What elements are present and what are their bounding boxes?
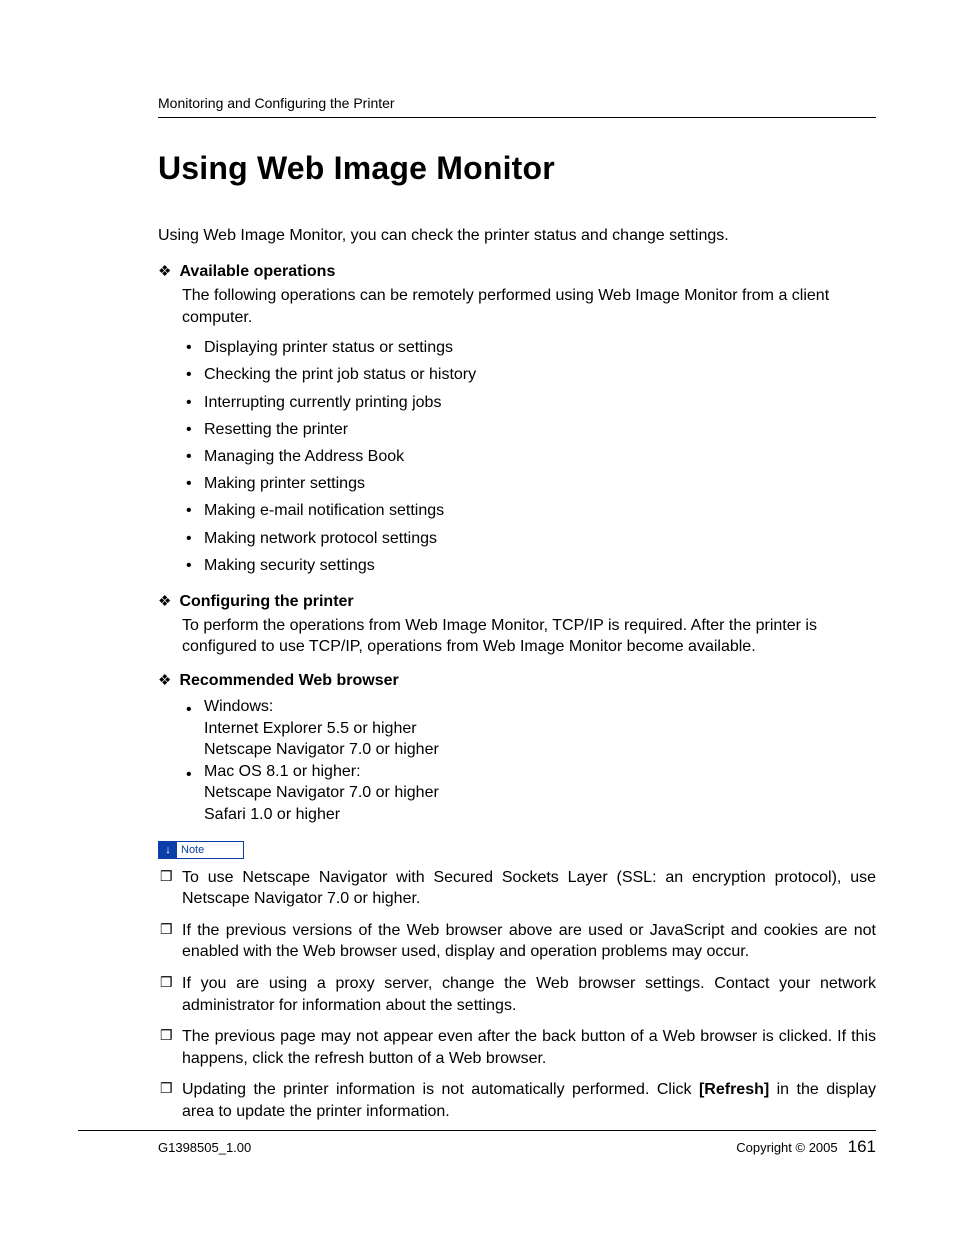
copyright: Copyright © 2005 bbox=[736, 1140, 837, 1155]
list-item: Mac OS 8.1 or higher: Netscape Navigator… bbox=[182, 761, 876, 826]
note-item: If you are using a proxy server, change … bbox=[158, 973, 876, 1016]
section-heading: Configuring the printer bbox=[179, 593, 353, 611]
list-item: Making security settings bbox=[182, 552, 876, 579]
list-item: Managing the Address Book bbox=[182, 443, 876, 470]
browser-version: Netscape Navigator 7.0 or higher bbox=[204, 782, 876, 804]
intro-text: Using Web Image Monitor, you can check t… bbox=[158, 227, 876, 245]
section-heading: Recommended Web browser bbox=[179, 672, 398, 690]
list-item: Resetting the printer bbox=[182, 416, 876, 443]
list-item: Making e-mail notification settings bbox=[182, 497, 876, 524]
diamond-icon: ❖ bbox=[158, 264, 171, 279]
page-footer: G1398505_1.00 Copyright © 2005 161 bbox=[78, 1130, 876, 1157]
diamond-icon: ❖ bbox=[158, 594, 171, 609]
section-available: ❖ Available operations The following ope… bbox=[158, 263, 876, 579]
list-item: Windows: Internet Explorer 5.5 or higher… bbox=[182, 696, 876, 761]
notes-list: To use Netscape Navigator with Secured S… bbox=[158, 867, 876, 1123]
note-item: To use Netscape Navigator with Secured S… bbox=[158, 867, 876, 910]
page-title: Using Web Image Monitor bbox=[158, 150, 876, 187]
list-item: Displaying printer status or settings bbox=[182, 334, 876, 361]
section-configuring: ❖ Configuring the printer To perform the… bbox=[158, 593, 876, 658]
browser-list: Windows: Internet Explorer 5.5 or higher… bbox=[182, 696, 876, 826]
note-item: If the previous versions of the Web brow… bbox=[158, 920, 876, 963]
doc-id: G1398505_1.00 bbox=[158, 1140, 251, 1155]
list-item: Interrupting currently printing jobs bbox=[182, 389, 876, 416]
list-item: Checking the print job status or history bbox=[182, 361, 876, 388]
header-breadcrumb: Monitoring and Configuring the Printer bbox=[158, 95, 876, 118]
browser-version: Netscape Navigator 7.0 or higher bbox=[204, 739, 876, 761]
note-label: Note bbox=[177, 844, 204, 856]
section-browser: ❖ Recommended Web browser Windows: Inter… bbox=[158, 672, 876, 826]
page-number: 161 bbox=[848, 1137, 876, 1157]
browser-version: Safari 1.0 or higher bbox=[204, 804, 876, 826]
list-item: Making printer settings bbox=[182, 470, 876, 497]
diamond-icon: ❖ bbox=[158, 673, 171, 688]
list-item: Making network protocol settings bbox=[182, 525, 876, 552]
available-operations-list: Displaying printer status or settings Ch… bbox=[182, 334, 876, 579]
arrow-down-icon: ↓ bbox=[159, 842, 177, 858]
note-item: The previous page may not appear even af… bbox=[158, 1026, 876, 1069]
section-body: To perform the operations from Web Image… bbox=[182, 615, 876, 658]
section-heading: Available operations bbox=[179, 263, 335, 281]
browser-version: Internet Explorer 5.5 or higher bbox=[204, 718, 876, 740]
browser-os: Windows: bbox=[204, 696, 876, 718]
section-body: The following operations can be remotely… bbox=[182, 285, 876, 328]
note-callout: ↓ Note bbox=[158, 841, 244, 859]
note-item: Updating the printer information is not … bbox=[158, 1079, 876, 1122]
note-text: Updating the printer information is not … bbox=[182, 1081, 699, 1098]
refresh-label: [Refresh] bbox=[699, 1081, 769, 1098]
browser-os: Mac OS 8.1 or higher: bbox=[204, 761, 876, 783]
